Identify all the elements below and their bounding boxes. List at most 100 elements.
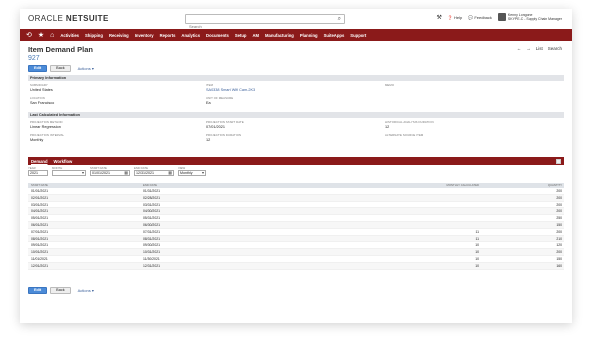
view-filter: View Monthly ▾ [178,166,206,180]
cell-end-date: 09/30/2021 [143,243,160,248]
favorites-star-icon[interactable]: ★ [38,31,44,39]
demand-table: Start Date End Date Monthly Calculated Q… [28,183,564,270]
list-link[interactable]: List [536,46,543,51]
edit-button[interactable]: Edit [28,65,48,72]
cell-quantity[interactable]: 210 [479,236,564,242]
chevron-down-icon: ▾ [81,170,84,175]
nav-am[interactable]: AM [253,33,260,38]
projection-method-label: Projection Method [30,120,63,124]
projection-interval-value: Monthly [30,138,44,142]
cell-monthly-calculated: 11 [475,229,479,234]
cell-start-date: 04/01/2021 [31,209,48,214]
nav-reports[interactable]: Reports [160,33,176,38]
month-select[interactable]: ▾ [52,170,86,176]
search-icon[interactable]: ⌕ [338,16,341,23]
next-record-arrow-icon[interactable]: → [526,46,531,51]
cell-quantity[interactable]: 150 [479,222,564,228]
cell-quantity[interactable]: 150 [479,256,564,262]
subsidiary-value: United States [30,88,53,92]
start-date-filter: Start Date 01/01/2021 ▦ [90,166,130,180]
nav-support[interactable]: Support [350,33,366,38]
cell-quantity[interactable]: 200 [479,202,564,208]
main-card: ORACLE NETSUITE ⌕ ⚒ ❓ Help 💬 Feedback Ke… [20,9,572,323]
expand-icon[interactable] [556,158,561,164]
nav-setup[interactable]: Setup [235,33,247,38]
netsuite-logo[interactable]: ORACLE NETSUITE [28,14,109,23]
feedback-link[interactable]: 💬 Feedback [468,15,492,20]
cell-end-date: 07/31/2021 [143,229,160,234]
nav-activities[interactable]: Activities [60,33,79,38]
create-new-icon[interactable]: ⚒ [436,14,441,21]
bottom-button-row: Edit Back Actions ▾ [28,287,94,294]
global-search[interactable]: ⌕ [185,14,345,31]
memo-label: Memo [385,83,395,87]
top-bar: ORACLE NETSUITE ⌕ ⚒ ❓ Help 💬 Feedback Ke… [20,9,572,31]
cell-monthly-calculated [343,208,479,214]
cell-quantity[interactable]: 250 [479,215,564,221]
search-link[interactable]: Search [548,46,562,51]
home-icon[interactable]: ⌂ [50,32,54,39]
view-value: Monthly [180,171,193,175]
help-link[interactable]: ❓ Help [448,15,462,20]
cell-quantity[interactable]: 200 [479,229,564,235]
year-input[interactable]: 2021 [28,170,48,176]
main-nav: ⟲ ★ ⌂ Activities Shipping Receiving Inve… [20,29,572,41]
projection-method-value: Linear Regression [30,125,61,129]
cell-quantity[interactable]: 120 [479,242,564,248]
previous-record-arrow-icon[interactable]: ← [517,46,522,51]
actions-menu-bottom[interactable]: Actions ▾ [78,288,94,293]
nav-planning[interactable]: Planning [300,33,318,38]
location-field: Location San Francisco [30,96,54,105]
view-select[interactable]: Monthly ▾ [178,170,206,176]
user-info: Kenny Longone SKYPE-C - Supply Chain Man… [508,13,562,21]
nav-receiving[interactable]: Receiving [109,33,129,38]
projection-interval-field: Projection Interval Monthly [30,133,64,142]
cell-monthly-calculated: 11 [475,236,479,241]
cell-start-date: 07/01/2021 [31,229,48,234]
recent-records-icon[interactable]: ⟲ [26,31,32,39]
nav-analytics[interactable]: Analytics [181,33,200,38]
primary-info-heading[interactable]: Primary Information [28,75,564,81]
cell-end-date: 12/31/2021 [143,263,160,268]
calendar-icon[interactable]: ▦ [124,170,128,176]
cell-quantity[interactable]: 200 [479,249,564,255]
projection-start-label: Projection Start Date [206,120,244,124]
edit-button-bottom[interactable]: Edit [28,287,48,294]
cell-quantity[interactable]: 200 [479,188,564,194]
start-date-input[interactable]: 01/01/2021 ▦ [90,170,130,176]
nav-manufacturing[interactable]: Manufacturing [265,33,294,38]
table-body: 01/01/2021 01/31/2021 200 02/01/2021 02/28/… [28,188,564,270]
cell-end-date: 11/30/2021 [143,256,160,261]
projection-duration-value: 12 [206,138,211,142]
cell-start-date: 05/01/2021 [31,216,48,221]
calendar-icon[interactable]: ▦ [168,170,172,176]
end-date-input[interactable]: 12/31/2021 ▦ [134,170,174,176]
back-button-bottom[interactable]: Back [50,287,71,294]
cell-start-date: 03/01/2021 [31,202,48,207]
actions-menu[interactable]: Actions ▾ [78,66,94,71]
cell-end-date: 10/31/2021 [143,250,160,255]
cell-end-date: 06/30/2021 [143,222,160,227]
table-row: 08/01/2021 08/31/2021 11 210 [28,235,564,243]
tab-workflow[interactable]: Workflow [54,159,73,164]
cell-end-date: 04/30/2021 [143,209,160,214]
table-row: 06/01/2021 06/30/2021 150 [28,221,564,229]
nav-shipping[interactable]: Shipping [85,33,103,38]
nav-suiteapps[interactable]: SuiteApps [324,33,345,38]
cell-quantity[interactable]: 200 [479,208,564,214]
tab-demand[interactable]: Demand [31,159,48,164]
nav-inventory[interactable]: Inventory [135,33,154,38]
item-link[interactable]: SA0338 Smart Wifi Cam-2K3 [206,88,255,92]
table-row: 07/01/2021 07/31/2021 11 200 [28,229,564,236]
back-button[interactable]: Back [50,65,71,72]
cell-monthly-calculated [343,222,479,228]
cell-quantity[interactable]: 160 [479,263,564,269]
end-date-value: 12/31/2021 [136,171,154,175]
user-menu[interactable]: Kenny Longone SKYPE-C - Supply Chain Man… [497,13,562,21]
cell-start-date: 10/01/2021 [31,250,48,255]
last-calculated-heading[interactable]: Last Calculated Information [28,112,564,118]
nav-documents[interactable]: Documents [206,33,229,38]
cell-start-date: 08/01/2021 [31,236,48,241]
cell-quantity[interactable]: 200 [479,195,564,201]
cell-monthly-calculated: 10 [475,256,479,261]
